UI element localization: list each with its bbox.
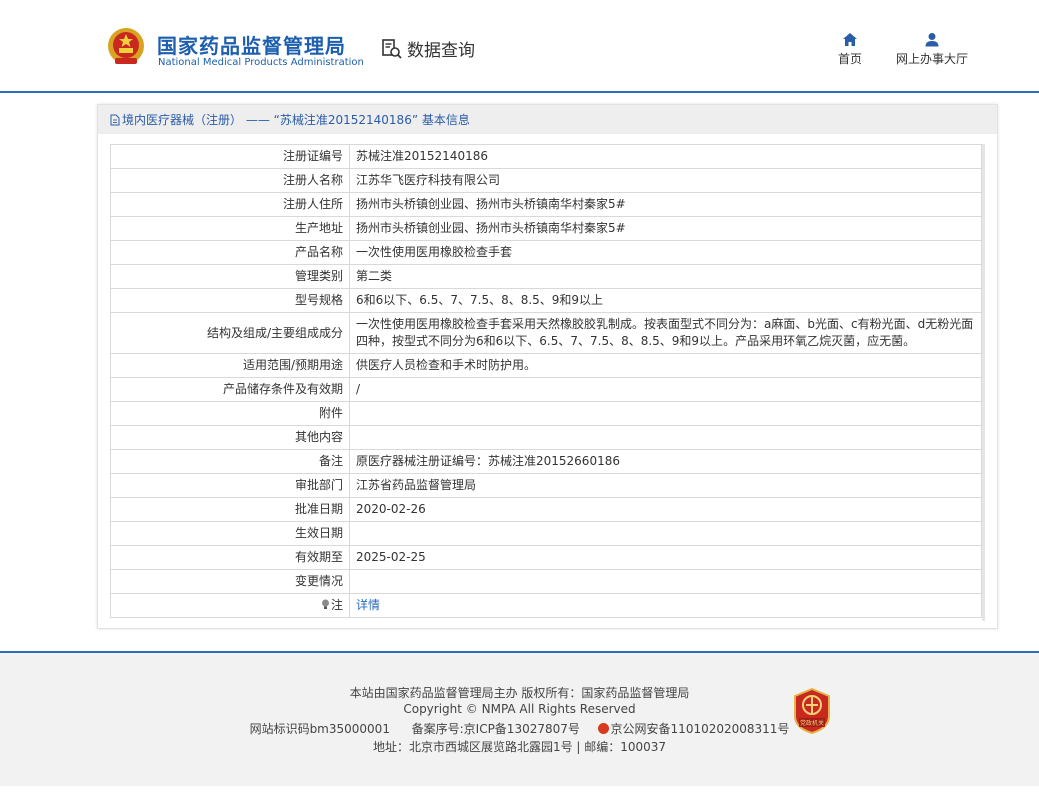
field-value: 一次性使用医用橡胶检查手套 [349, 240, 982, 265]
field-label: 型号规格 [110, 288, 350, 313]
table-row: 注册人名称 江苏华飞医疗科技有限公司 [110, 168, 982, 193]
field-label: 有效期至 [110, 545, 350, 570]
nav-online-hall-label: 网上办事大厅 [895, 52, 968, 66]
field-label: 批准日期 [110, 497, 350, 522]
info-table: 注册证编号 苏械注准20152140186 注册人名称 江苏华飞医疗科技有限公司 注… [110, 144, 982, 618]
field-value: 详情 [349, 593, 982, 618]
field-value: 江苏省药品监督管理局 [349, 473, 982, 498]
nav-home-button[interactable]: 首页 [836, 32, 864, 67]
table-row: 备注 原医疗器械注册证编号：苏械注准20152660186 [110, 449, 982, 474]
field-label: 注册人名称 [110, 168, 350, 193]
details-link[interactable]: 详情 [356, 598, 380, 612]
field-value: 扬州市头桥镇创业园、扬州市头桥镇南华村秦家5# [349, 216, 982, 241]
field-value: 苏械注准20152140186 [349, 144, 982, 169]
table-row: 结构及组成/主要组成成分 一次性使用医用橡胶检查手套采用天然橡胶胶乳制成。按表面型… [110, 312, 982, 354]
field-value: 一次性使用医用橡胶检查手套采用天然橡胶胶乳制成。按表面型式不同分为：a麻面、b光… [349, 312, 982, 354]
party-government-badge-icon[interactable]: 党政机关 [793, 688, 831, 734]
field-value: 江苏华飞医疗科技有限公司 [349, 168, 982, 193]
user-icon [925, 33, 939, 47]
scrollbar[interactable] [982, 144, 985, 621]
footer-police-link[interactable]: 京公网安备11010202008311号 [611, 722, 790, 736]
field-value: 原医疗器械注册证编号：苏械注准20152660186 [349, 449, 982, 474]
site-header: 国家药品监督管理局 National Medical Products Admi… [0, 0, 1039, 93]
nav-home-label: 首页 [837, 52, 862, 66]
field-value [349, 521, 982, 546]
field-label: 生产地址 [110, 216, 350, 241]
nav-online-hall-button[interactable]: 网上办事大厅 [893, 32, 971, 67]
field-label: 生效日期 [110, 521, 350, 546]
brand-name-cn: 国家药品监督管理局 [157, 34, 346, 58]
field-label: 管理类别 [110, 264, 350, 289]
field-value: 6和6以下、6.5、7、7.5、8、8.5、9和9以上 [349, 288, 982, 313]
table-row: 生产地址 扬州市头桥镇创业园、扬州市头桥镇南华村秦家5# [110, 216, 982, 241]
field-value [349, 401, 982, 426]
table-row: 批准日期 2020-02-26 [110, 497, 982, 522]
site-footer [0, 651, 1039, 786]
field-value [349, 569, 982, 594]
footer-icp-link[interactable]: 备案序号:京ICP备13027807号 [412, 722, 580, 736]
footer-sponsor: 本站由国家药品监督管理局主办 版权所有：国家药品监督管理局 [349, 686, 690, 700]
document-icon [110, 114, 120, 125]
field-label: 审批部门 [110, 473, 350, 498]
home-icon [843, 33, 857, 46]
field-label: 产品储存条件及有效期 [110, 377, 350, 402]
info-table-wrapper[interactable]: 注册证编号 苏械注准20152140186 注册人名称 江苏华飞医疗科技有限公司 注… [110, 144, 982, 618]
table-row: 附件 [110, 401, 982, 426]
footer-registration-line: 网站标识码bm35000001 备案序号:京ICP备13027807号 京公网安… [0, 720, 1039, 737]
field-label: 注 [110, 593, 350, 618]
national-emblem-icon [108, 28, 144, 64]
footer-site-id: 网站标识码bm35000001 [249, 722, 390, 736]
basic-info-panel: 境内医疗器械（注册） —— “苏械注准20152140186” 基本信息 注册证… [97, 104, 998, 629]
field-value: 供医疗人员检查和手术时防护用。 [349, 353, 982, 378]
field-label: 备注 [110, 449, 350, 474]
field-label: 其他内容 [110, 425, 350, 450]
field-label: 注册人住所 [110, 192, 350, 217]
table-row: 产品储存条件及有效期 / [110, 377, 982, 402]
table-row: 注册人住所 扬州市头桥镇创业园、扬州市头桥镇南华村秦家5# [110, 192, 982, 217]
table-row: 有效期至 2025-02-25 [110, 545, 982, 570]
table-row: 注 详情 [110, 593, 982, 618]
table-row: 型号规格 6和6以下、6.5、7、7.5、8、8.5、9和9以上 [110, 288, 982, 313]
table-row: 注册证编号 苏械注准20152140186 [110, 144, 982, 169]
brand-name-en: National Medical Products Administration [158, 57, 364, 68]
panel-header: 境内医疗器械（注册） —— “苏械注准20152140186” 基本信息 [98, 105, 997, 134]
footer-copyright: Copyright © NMPA All Rights Reserved [403, 702, 636, 716]
note-label: 注 [330, 598, 343, 612]
data-query-link[interactable]: 数据查询 [381, 36, 475, 61]
table-row: 其他内容 [110, 425, 982, 450]
field-value: 2025-02-25 [349, 545, 982, 570]
field-value: 扬州市头桥镇创业园、扬州市头桥镇南华村秦家5# [349, 192, 982, 217]
field-value: / [349, 377, 982, 402]
badge-text: 党政机关 [800, 719, 824, 727]
field-label: 变更情况 [110, 569, 350, 594]
table-row: 审批部门 江苏省药品监督管理局 [110, 473, 982, 498]
field-value [349, 425, 982, 450]
field-value: 2020-02-26 [349, 497, 982, 522]
police-badge-icon [597, 723, 609, 734]
table-row: 生效日期 [110, 521, 982, 546]
table-row: 产品名称 一次性使用医用橡胶检查手套 [110, 240, 982, 265]
document-search-icon [382, 38, 402, 59]
field-label: 产品名称 [110, 240, 350, 265]
lightbulb-icon [321, 599, 329, 609]
data-query-label: 数据查询 [407, 41, 475, 61]
field-label: 结构及组成/主要组成成分 [110, 312, 350, 354]
field-label: 附件 [110, 401, 350, 426]
field-label: 适用范围/预期用途 [110, 353, 350, 378]
table-row: 管理类别 第二类 [110, 264, 982, 289]
footer-address: 地址：北京市西城区展览路北露园1号 | 邮编：100037 [372, 740, 667, 754]
field-label: 注册证编号 [110, 144, 350, 169]
panel-title: 境内医疗器械（注册） —— “苏械注准20152140186” 基本信息 [122, 113, 470, 127]
table-row: 适用范围/预期用途 供医疗人员检查和手术时防护用。 [110, 353, 982, 378]
table-row: 变更情况 [110, 569, 982, 594]
field-value: 第二类 [349, 264, 982, 289]
